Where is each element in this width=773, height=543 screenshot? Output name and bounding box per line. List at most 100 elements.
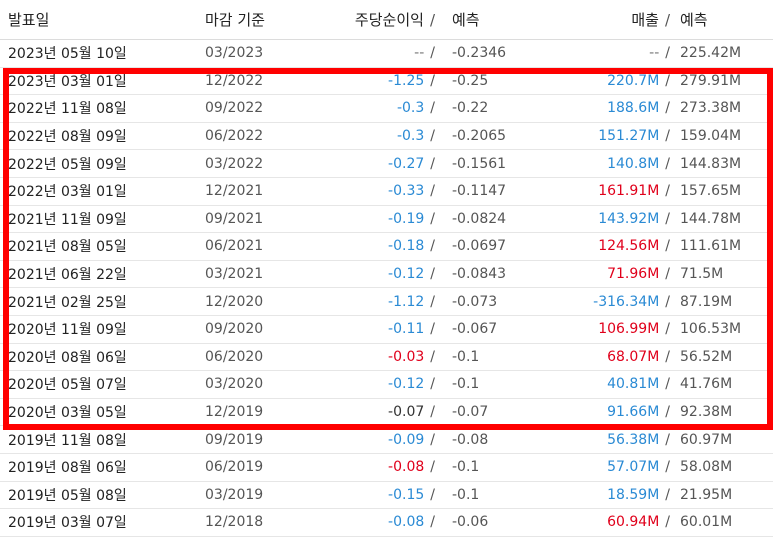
table-row: 2021년 02월 25일 12/2020 -1.12/-0.073 -316.34M…	[0, 288, 773, 316]
row-revenue-value: --	[649, 45, 660, 62]
row-eps-value: -0.12	[388, 266, 425, 283]
row-eps: -0.33 /	[300, 178, 435, 205]
row-revenue-sep: /	[665, 486, 670, 503]
row-date: 2019년 05월 08일	[8, 487, 127, 504]
row-revenue: 188.6M /	[540, 95, 670, 122]
row-revenue: 161.91M /	[540, 178, 670, 205]
row-eps-sep: /	[430, 321, 435, 338]
row-eps-value: -0.03	[388, 348, 425, 365]
table-row: 2023년 05월 10일 03/2023 -- / -0.2346 --/225.42M	[0, 40, 773, 68]
row-eps: -0.3 /	[300, 123, 435, 150]
row-eps-value: -0.07	[388, 404, 425, 421]
row-date: 2020년 05월 07일	[8, 377, 127, 394]
row-revenue-estimate: 159.04M	[680, 128, 742, 145]
table-row: 2020년 05월 07일 03/2020 -0.12/-0.1 40.81M/41.…	[0, 371, 773, 399]
table-row: 2023년 03월 01일 12/2022 -1.25/-0.25 220.7M/27…	[0, 68, 773, 96]
row-eps-value: -0.19	[388, 210, 425, 227]
row-revenue: 106.99M /	[540, 316, 670, 343]
header-rev-est[interactable]: 예측	[680, 0, 770, 39]
header-eps[interactable]: 주당순이익 /	[300, 0, 435, 39]
row-revenue: 60.94M /	[540, 509, 670, 536]
row-revenue-value: 56.38M	[607, 431, 660, 448]
row-eps-value: -0.33	[388, 183, 425, 200]
row-date: 2019년 03월 07일	[8, 515, 127, 532]
row-eps-sep: /	[430, 238, 435, 255]
row-revenue-estimate: 273.38M	[680, 100, 742, 117]
row-revenue-sep: /	[665, 321, 670, 338]
row-revenue-sep: /	[665, 72, 670, 89]
row-eps-sep: /	[430, 183, 435, 200]
row-eps-sep: /	[430, 431, 435, 448]
row-eps-value: -1.12	[388, 293, 425, 310]
row-eps: -0.07 /	[300, 399, 435, 426]
row-revenue-sep: /	[665, 155, 670, 172]
table-body: 2023년 05월 10일 03/2023 -- / -0.2346 --/225.42M…	[0, 40, 773, 537]
table-header: 발표일 마감 기준 주당순이익 / 예측 매출 / 예측	[0, 0, 773, 40]
row-revenue: 143.92M /	[540, 206, 670, 233]
row-eps: -0.12 /	[300, 371, 435, 398]
earnings-table: 발표일 마감 기준 주당순이익 / 예측 매출 / 예측 2023년 05월 1…	[0, 0, 773, 537]
row-revenue: 57.07M /	[540, 454, 670, 481]
row-revenue-sep: /	[665, 293, 670, 310]
row-date: 2022년 05월 09일	[8, 156, 127, 173]
row-revenue-value: 124.56M	[598, 238, 660, 255]
row-revenue-estimate: 144.83M	[680, 155, 742, 172]
row-revenue-estimate: 111.61M	[680, 238, 742, 255]
table-row: 2022년 05월 09일 03/2022 -0.27/-0.1561 140.8M /…	[0, 150, 773, 178]
row-eps-value: --	[414, 45, 425, 62]
row-revenue-estimate: 21.95M	[680, 486, 733, 503]
row-eps-sep: /	[430, 266, 435, 283]
table-row: 2022년 08월 09일 06/2022 -0.3/-0.2065 151.27M /…	[0, 123, 773, 151]
row-date: 2021년 08월 05일	[8, 239, 127, 256]
row-revenue-estimate: 60.97M	[680, 431, 733, 448]
row-eps-sep: /	[430, 459, 435, 476]
row-date: 2019년 11월 08일	[8, 432, 127, 449]
table-row: 2020년 03월 05일 12/2019 -0.07/-0.07 91.66M/92…	[0, 399, 773, 427]
row-revenue-value: 68.07M	[607, 348, 660, 365]
row-eps: -0.08 /	[300, 509, 435, 536]
row-date: 2023년 05월 10일	[8, 46, 127, 63]
row-eps: -1.25 /	[300, 68, 435, 95]
row-eps-sep: /	[430, 210, 435, 227]
row-revenue-value: 40.81M	[607, 376, 660, 393]
table-row: 2019년 11월 08일 09/2019 -0.09/-0.08 56.38M/60…	[0, 426, 773, 454]
row-revenue-sep: /	[665, 404, 670, 421]
row-revenue: 68.07M /	[540, 344, 670, 371]
row-revenue: 56.38M /	[540, 426, 670, 453]
row-eps: -0.09 /	[300, 426, 435, 453]
row-revenue-value: -316.34M	[593, 293, 660, 310]
row-eps-sep: /	[430, 404, 435, 421]
row-revenue-sep: /	[665, 266, 670, 283]
row-eps-sep: /	[430, 72, 435, 89]
row-revenue-sep: /	[665, 376, 670, 393]
row-date: 2021년 11월 09일	[8, 211, 127, 228]
row-date: 2022년 03월 01일	[8, 184, 127, 201]
row-eps-value: -1.25	[388, 72, 425, 89]
row-revenue: 71.96M /	[540, 261, 670, 288]
table-row: 2022년 03월 01일 12/2021 -0.33/-0.1147 161.91M…	[0, 178, 773, 206]
table-row: 2019년 03월 07일 12/2018 -0.08/-0.06 60.94M/60…	[0, 509, 773, 537]
row-eps: -0.19 /	[300, 206, 435, 233]
row-revenue: 91.66M /	[540, 399, 670, 426]
row-eps-value: -0.11	[388, 321, 425, 338]
row-revenue-value: 151.27M	[598, 128, 660, 145]
row-revenue-value: 91.66M	[607, 404, 660, 421]
row-eps: -0.12 /	[300, 261, 435, 288]
row-revenue: 151.27M /	[540, 123, 670, 150]
row-revenue: 220.7M /	[540, 68, 670, 95]
row-eps-value: -0.3	[396, 100, 425, 117]
row-revenue: 140.8M /	[540, 150, 670, 177]
header-revenue[interactable]: 매출 /	[540, 0, 670, 39]
header-date[interactable]: 발표일	[8, 0, 188, 39]
row-revenue-estimate: 279.91M	[680, 72, 742, 89]
row-revenue-estimate: 56.52M	[680, 348, 733, 365]
row-eps: -0.18 /	[300, 233, 435, 260]
row-eps: -0.03 /	[300, 344, 435, 371]
row-revenue: -- /	[540, 40, 670, 67]
row-eps-sep: /	[430, 45, 435, 62]
row-date: 2022년 11월 08일	[8, 101, 127, 118]
row-revenue-value: 57.07M	[607, 459, 660, 476]
row-revenue-value: 106.99M	[598, 321, 660, 338]
header-revenue-label: 매출	[631, 11, 659, 29]
row-revenue-value: 220.7M	[607, 72, 660, 89]
